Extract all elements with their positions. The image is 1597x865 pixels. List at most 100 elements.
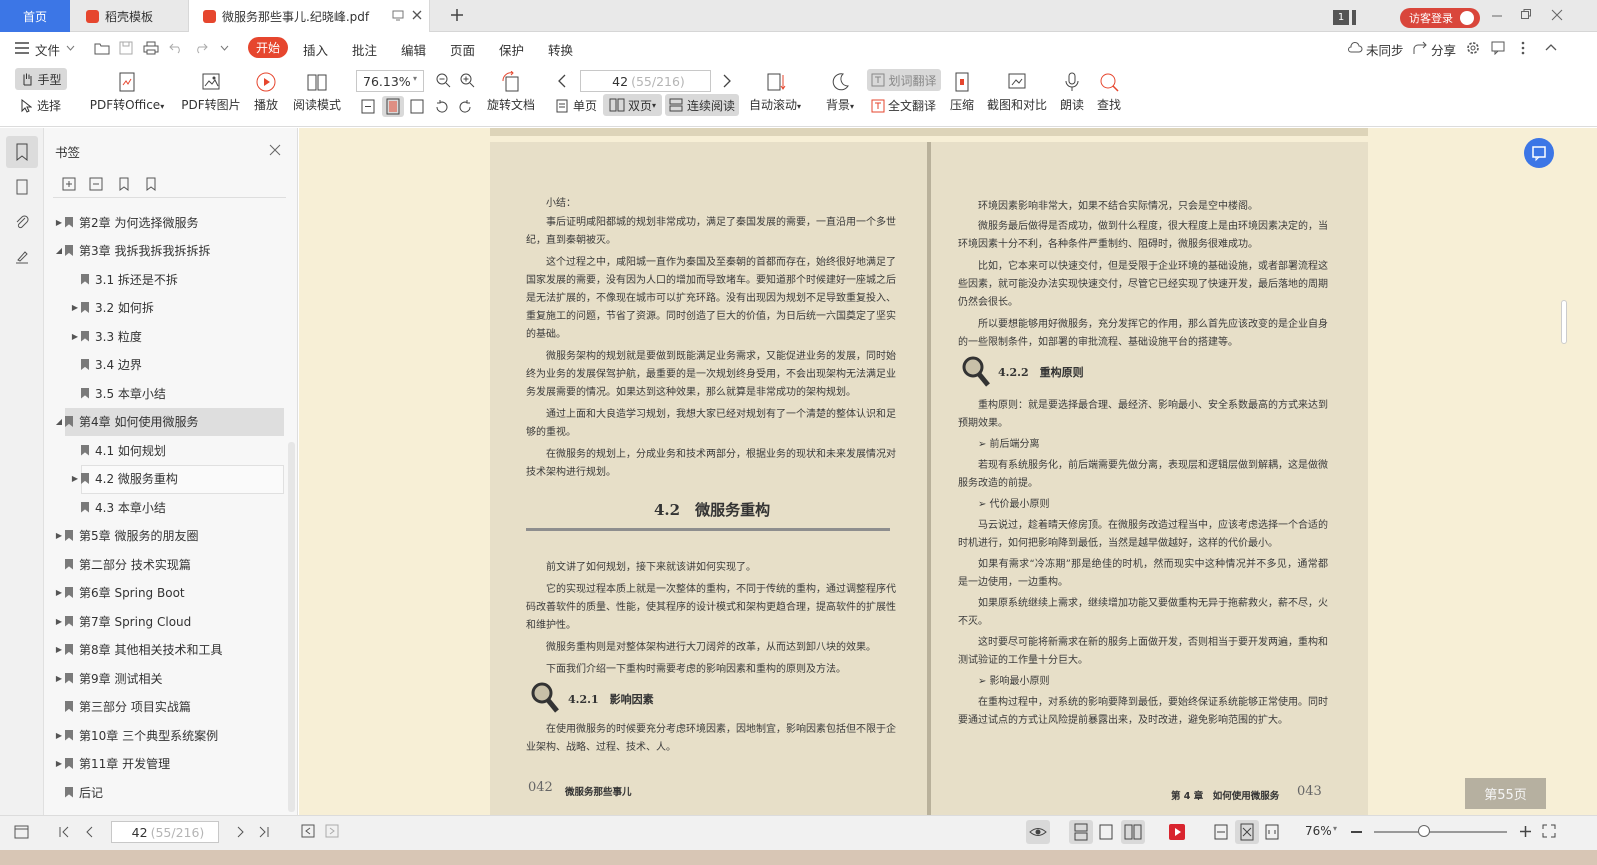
compress-button[interactable]: 压缩 — [948, 71, 976, 113]
menu-file[interactable]: 文件 — [35, 40, 60, 59]
fit-page-status-icon[interactable] — [1235, 820, 1259, 844]
expand-arrow-icon[interactable]: ▶ — [53, 759, 65, 768]
fullscreen-icon[interactable] — [1542, 824, 1556, 838]
collapse-arrow-icon[interactable]: ◢ — [53, 417, 65, 426]
pin-icon[interactable] — [392, 9, 404, 21]
previous-page-icon[interactable] — [84, 826, 94, 838]
next-page-icon[interactable] — [236, 826, 246, 838]
background-button[interactable]: 背景▾ — [822, 71, 858, 113]
bookmark-item[interactable]: ▶ 第2章 为何选择微服务 — [53, 210, 293, 234]
expand-arrow-icon[interactable]: ▶ — [69, 332, 81, 341]
continuous-read-button[interactable]: 连续阅读 — [665, 94, 739, 116]
fit-width-icon[interactable] — [361, 99, 375, 114]
tab-template[interactable]: 稻壳模板 — [72, 0, 186, 32]
feedback-icon[interactable] — [1491, 41, 1505, 55]
expand-arrow-icon[interactable]: ▶ — [69, 303, 81, 312]
attachment-icon[interactable] — [14, 214, 30, 230]
menu-insert[interactable]: 插入 — [303, 40, 328, 59]
last-page-icon[interactable] — [258, 826, 270, 838]
continuous-view-icon[interactable] — [1069, 820, 1093, 844]
signature-icon[interactable] — [14, 249, 30, 265]
read-aloud-button[interactable]: 朗读 — [1058, 71, 1086, 113]
collapse-all-icon[interactable] — [89, 177, 103, 191]
bookmark-item[interactable]: 3.1 拆还是不拆 — [53, 267, 293, 291]
collapse-ribbon-icon[interactable] — [1545, 43, 1557, 51]
expand-arrow-icon[interactable]: ▶ — [53, 731, 65, 740]
close-tab-icon[interactable] — [411, 9, 423, 21]
fit-width-status-icon[interactable] — [1214, 824, 1228, 840]
rotate-document-button[interactable]: 旋转文档 — [487, 71, 535, 113]
bookmark-item[interactable]: ▶ 3.3 粒度 — [53, 324, 293, 348]
login-button[interactable]: 访客登录 — [1400, 8, 1480, 28]
zoom-slider-thumb[interactable] — [1418, 825, 1430, 837]
forward-view-icon[interactable] — [325, 824, 339, 838]
bookmark-item[interactable]: 3.5 本章小结 — [53, 381, 293, 405]
double-page-button[interactable]: 双页 ▾ — [603, 94, 662, 116]
screenshot-compare-button[interactable]: 截图和对比 — [985, 71, 1049, 113]
bookmark-item[interactable]: ◢ 第3章 我拆我拆我拆拆拆 — [53, 239, 293, 263]
close-panel-icon[interactable] — [269, 144, 281, 156]
pdf-to-office-button[interactable]: PDF转Office▾ — [88, 71, 166, 113]
page-number-input[interactable]: 42 (55/216) — [580, 70, 711, 92]
expand-arrow-icon[interactable]: ▶ — [53, 645, 65, 654]
back-view-icon[interactable] — [301, 824, 315, 838]
prev-page-icon[interactable] — [557, 74, 567, 88]
status-zoom-value[interactable]: 76% — [1305, 824, 1332, 838]
full-translate-button[interactable]: 全文翻译 — [871, 97, 936, 114]
rotate-left-icon[interactable] — [434, 99, 449, 114]
read-mode-button[interactable]: 阅读模式 — [292, 71, 342, 113]
find-button[interactable]: 查找 — [1095, 71, 1123, 113]
tab-document[interactable]: 微服务那些事儿.纪晓峰.pdf — [188, 0, 430, 32]
zoom-slider-track[interactable] — [1374, 831, 1507, 833]
menu-start[interactable]: 开始 — [248, 37, 288, 58]
play-button[interactable]: 播放 — [250, 71, 282, 113]
close-window-icon[interactable] — [1551, 9, 1563, 21]
status-page-input[interactable]: 42 (55/216) — [111, 821, 219, 843]
bookmark-item[interactable]: 4.1 如何规划 — [53, 438, 293, 462]
bookmark-remove-icon[interactable] — [144, 177, 158, 191]
double-view-icon[interactable] — [1121, 820, 1145, 844]
select-tool-button[interactable]: 选择 — [20, 97, 61, 114]
expand-arrow-icon[interactable]: ▶ — [53, 218, 65, 227]
bookmark-item[interactable]: ▶ 第9章 测试相关 — [53, 666, 293, 690]
bookmark-item[interactable]: ▶ 第5章 微服务的朋友圈 — [53, 524, 293, 548]
redo-icon[interactable] — [194, 42, 208, 54]
sync-status[interactable]: 未同步 — [1366, 40, 1404, 59]
quick-access-chevron-icon[interactable] — [220, 45, 229, 51]
sidebar-toggle-icon[interactable] — [14, 825, 29, 839]
zoom-plus-icon[interactable] — [1519, 825, 1532, 838]
actual-size-icon[interactable] — [410, 99, 424, 114]
bookmark-item[interactable]: ◢ 第4章 如何使用微服务 — [53, 410, 293, 434]
bookmark-item[interactable]: ▶ 4.2 微服务重构 — [53, 467, 293, 491]
menu-protect[interactable]: 保护 — [499, 40, 524, 59]
tab-home[interactable]: 首页 — [0, 0, 70, 32]
menu-convert[interactable]: 转换 — [548, 40, 573, 59]
bookmark-item[interactable]: 4.3 本章小结 — [53, 495, 293, 519]
bookmark-add-icon[interactable] — [117, 177, 131, 191]
floating-assistant-icon[interactable] — [1524, 138, 1554, 168]
bookmark-item[interactable]: ▶ 第6章 Spring Boot — [53, 581, 293, 605]
restore-icon[interactable] — [1520, 8, 1532, 20]
window-count-badge[interactable]: 1 — [1333, 10, 1349, 25]
actual-size-status-icon[interactable] — [1265, 824, 1279, 840]
bookmark-panel-icon[interactable] — [6, 136, 38, 168]
bookmark-item[interactable]: 后记 — [53, 780, 293, 804]
new-tab-icon[interactable] — [449, 7, 465, 23]
pdf-to-image-button[interactable]: PDF转图片 — [181, 71, 241, 113]
chevron-down-icon[interactable] — [66, 45, 75, 51]
zoom-dropdown-icon[interactable]: ▾ — [413, 74, 417, 83]
zoom-in-icon[interactable] — [459, 72, 475, 88]
bookmark-item[interactable]: 第二部分 技术实现篇 — [53, 552, 293, 576]
hamburger-icon[interactable] — [15, 42, 29, 54]
first-page-icon[interactable] — [58, 826, 70, 838]
menu-annotate[interactable]: 批注 — [352, 40, 377, 59]
hand-tool-button[interactable]: 手型 — [15, 68, 67, 90]
single-view-icon[interactable] — [1099, 824, 1113, 840]
zoom-minus-icon[interactable] — [1351, 831, 1362, 833]
collapse-arrow-icon[interactable]: ◢ — [53, 246, 65, 255]
expand-arrow-icon[interactable]: ▶ — [53, 674, 65, 683]
menu-edit[interactable]: 编辑 — [401, 40, 426, 59]
word-translate-button[interactable]: 划词翻译 — [867, 69, 941, 91]
zoom-input[interactable]: 76.13% ▾ — [356, 70, 424, 92]
menu-page[interactable]: 页面 — [450, 40, 475, 59]
